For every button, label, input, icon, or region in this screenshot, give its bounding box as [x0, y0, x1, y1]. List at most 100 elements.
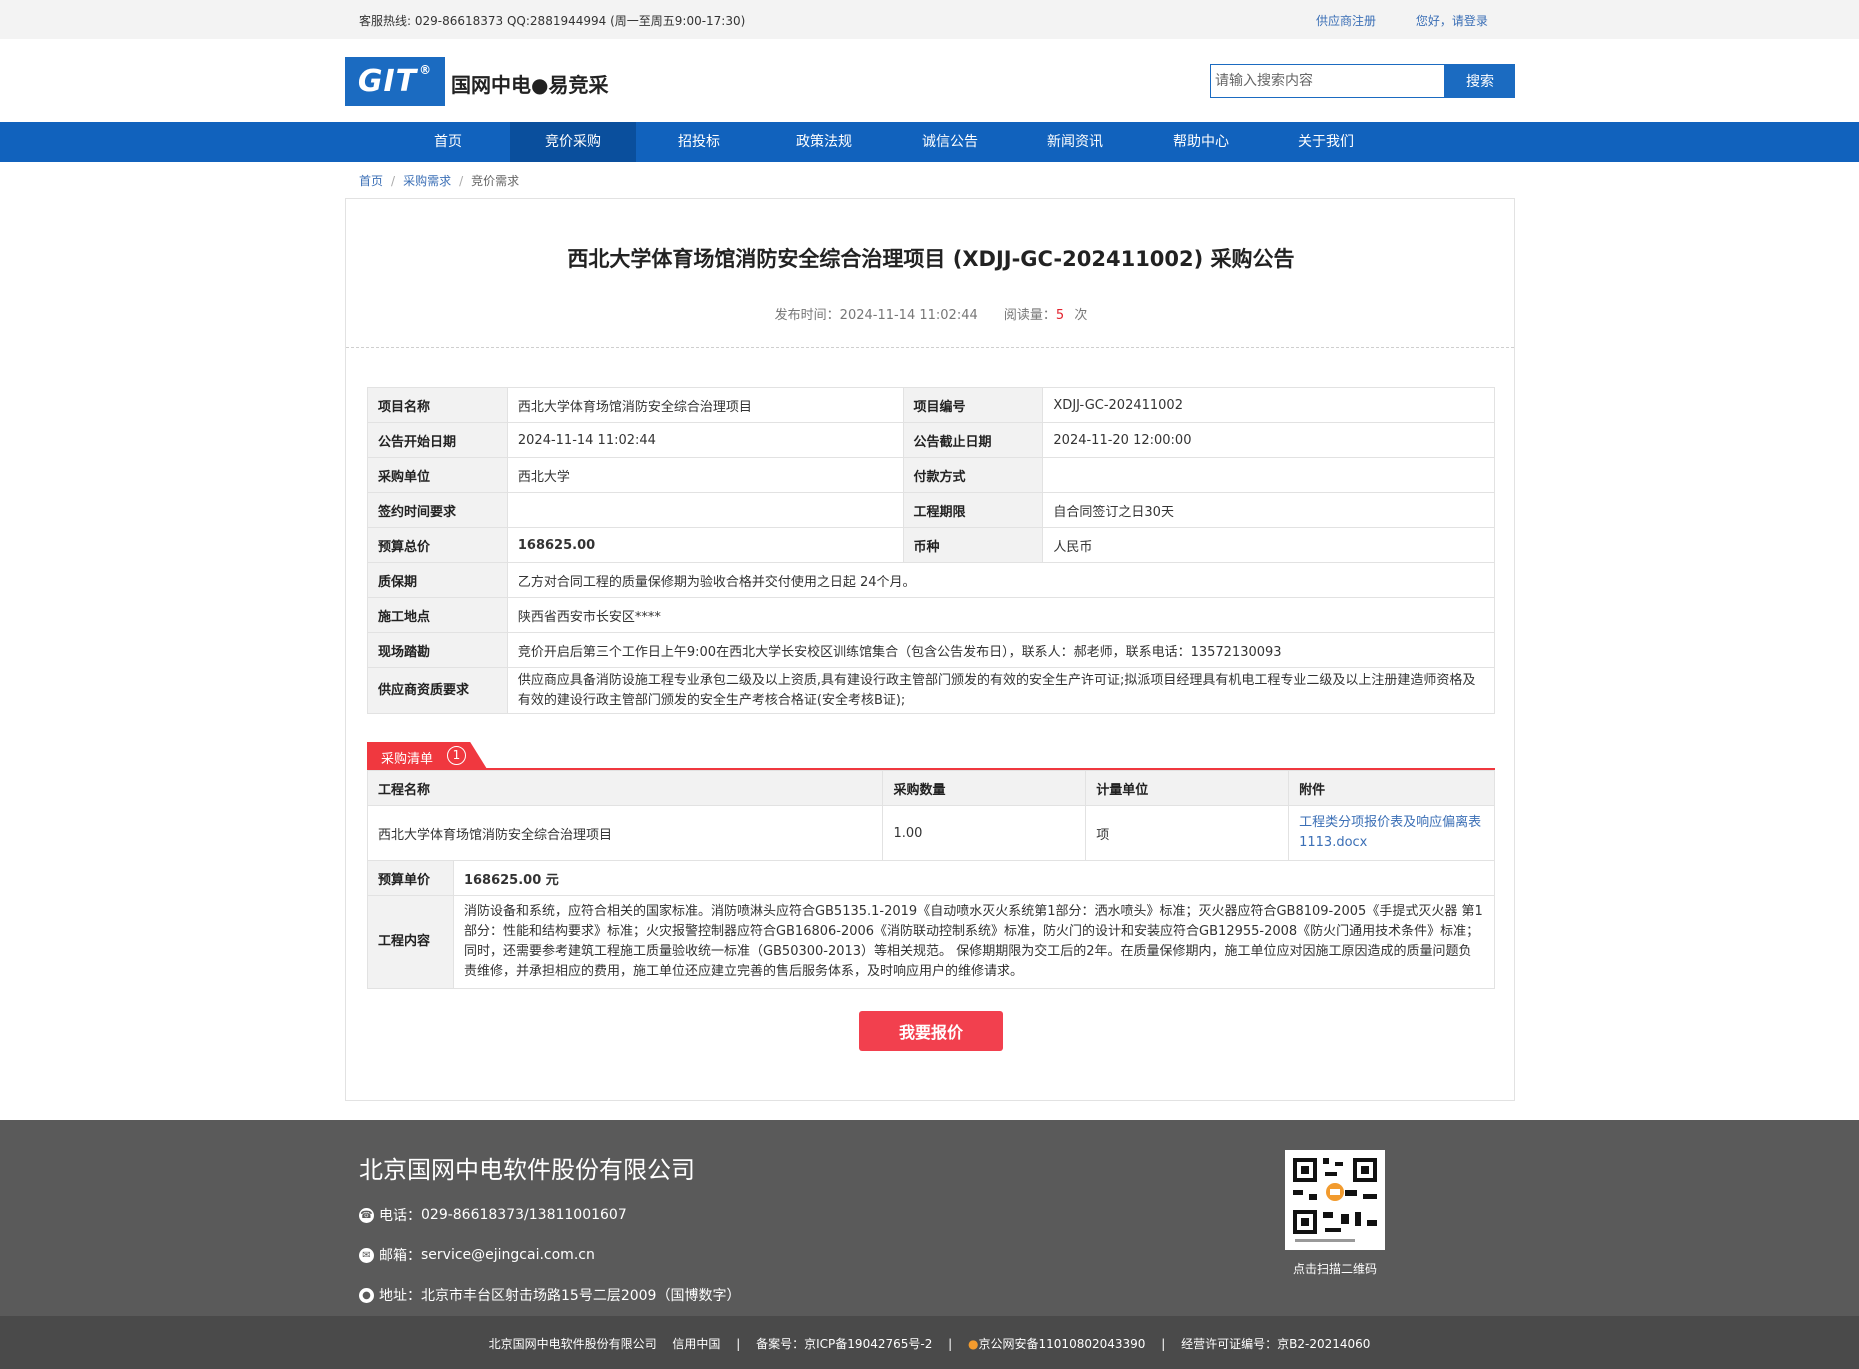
notice-card: 西北大学体育场馆消防安全综合治理项目 (XDJJ-GC-202411002) 采… — [345, 198, 1515, 1101]
breadcrumb-demand[interactable]: 采购需求 — [403, 174, 451, 188]
budget-value: 168625.00 — [506, 527, 904, 563]
currency-label: 币种 — [902, 527, 1044, 563]
credit-china-link[interactable]: 信用中国 — [672, 1337, 720, 1351]
end-date-value: 2024-11-20 12:00:00 — [1042, 422, 1495, 458]
buyer-label: 采购单位 — [367, 457, 508, 493]
info-table: 项目名称 西北大学体育场馆消防安全综合治理项目 项目编号 XDJJ-GC-202… — [367, 387, 1496, 714]
qr-label: 点击扫描二维码 — [1292, 1262, 1377, 1276]
search-button[interactable]: 搜索 — [1445, 64, 1515, 98]
main-nav: 首页 竞价采购 招投标 政策法规 诚信公告 新闻资讯 帮助中心 关于我们 — [0, 122, 1859, 162]
divider — [346, 347, 1514, 348]
phone-icon: ☎ — [359, 1207, 374, 1223]
bottom-sep: | — [1161, 1337, 1166, 1351]
nav-item-tender[interactable]: 招投标 — [636, 122, 762, 162]
header: GIT® 国网中电●易竞采 搜索 — [0, 39, 1859, 122]
publish-time: 2024-11-14 11:02:44 — [839, 308, 978, 323]
col-header-name: 工程名称 — [366, 770, 884, 806]
footer-phone: ☎ 电话： 029-86618373/13811001607 — [359, 1205, 627, 1225]
nav-item-news[interactable]: 新闻资讯 — [1012, 122, 1138, 162]
views-unit: 次 — [1074, 308, 1088, 323]
footer: 北京国网中电软件股份有限公司 ☎ 电话： 029-86618373/1381100… — [0, 1120, 1859, 1316]
end-date-label: 公告截止日期 — [902, 422, 1044, 458]
views-count: 5 — [1055, 308, 1065, 323]
nav-item-help[interactable]: 帮助中心 — [1138, 122, 1264, 162]
start-date-value: 2024-11-14 11:02:44 — [506, 422, 904, 458]
start-date-label: 公告开始日期 — [367, 422, 508, 458]
bottom-sep: | — [736, 1337, 741, 1351]
login-link[interactable]: 您好，请登录 — [1416, 14, 1488, 28]
attachment-link[interactable]: 工程类分项报价表及响应偏离表1113.docx — [1299, 815, 1481, 850]
purchase-list-tab[interactable]: 采购清单 1 — [367, 742, 487, 769]
bottom-bar: 北京国网中电软件股份有限公司 信用中国 | 备案号：京ICP备19042765号… — [0, 1316, 1859, 1369]
sign-time-label: 签约时间要求 — [367, 492, 508, 528]
payment-value — [1042, 457, 1495, 493]
police-record-link[interactable]: 京公网安备11010802043390 — [979, 1337, 1146, 1351]
site-label: 施工地点 — [367, 597, 508, 633]
purchase-list-table: 工程名称 采购数量 计量单位 附件 西北大学体育场馆消防安全综合治理项目 1.0… — [366, 770, 1495, 861]
warranty-label: 质保期 — [367, 562, 508, 598]
top-bar: 客服热线: 029-86618373 QQ:2881944994 (周一至周五9… — [0, 0, 1859, 39]
logo[interactable]: GIT ® — [345, 57, 445, 106]
nav-item-policy[interactable]: 政策法规 — [761, 122, 887, 162]
phone-label: 电话： — [379, 1208, 421, 1224]
row-qty: 1.00 — [882, 805, 1087, 861]
budget-label: 预算总价 — [367, 527, 508, 563]
supplier-register-link[interactable]: 供应商注册 — [1316, 14, 1376, 28]
project-no-value: XDJJ-GC-202411002 — [1042, 387, 1495, 423]
tab-count-badge: 1 — [447, 746, 466, 765]
sign-time-value — [506, 492, 904, 528]
warranty-value: 乙方对合同工程的质量保修期为验收合格并交付使用之日起 24个月。 — [506, 562, 1496, 598]
top-links: 供应商注册 您好，请登录 — [1316, 12, 1524, 29]
nav-item-bidding[interactable]: 竞价采购 — [510, 122, 636, 162]
content-label: 工程内容 — [367, 895, 454, 989]
site-value: 陕西省西安市长安区**** — [506, 597, 1496, 633]
breadcrumb-sep: / — [391, 174, 396, 188]
hotline-text: 客服热线: 029-86618373 QQ:2881944994 (周一至周五9… — [359, 14, 746, 28]
qr-code-image[interactable] — [1285, 1150, 1385, 1250]
currency-value: 人民币 — [1042, 527, 1495, 563]
search-input[interactable] — [1210, 64, 1445, 98]
location-icon: ● — [359, 1287, 374, 1303]
period-value: 自合同签订之日30天 — [1042, 492, 1495, 528]
content-value: 消防设备和系统，应符合相关的国家标准。消防喷淋头应符合GB5135.1-2019… — [452, 895, 1496, 989]
payment-label: 付款方式 — [902, 457, 1044, 493]
footer-email: ✉ 邮箱： service@ejingcai.com.cn — [359, 1245, 595, 1265]
nav-item-home[interactable]: 首页 — [385, 122, 511, 162]
survey-label: 现场踏勘 — [367, 632, 508, 668]
police-badge-icon: ● — [968, 1337, 979, 1351]
phone-value: 029-86618373/13811001607 — [421, 1207, 627, 1223]
row-unit: 项 — [1085, 805, 1290, 861]
views-label: 阅读量： — [1003, 308, 1056, 323]
breadcrumb-home[interactable]: 首页 — [359, 174, 383, 188]
address-value: 北京市丰台区射击场路15号二层2009（国博数字） — [421, 1288, 741, 1304]
page-title: 西北大学体育场馆消防安全综合治理项目 (XDJJ-GC-202411002) 采… — [567, 247, 1295, 271]
detail-table: 预算单价 168625.00 元 工程内容 消防设备和系统，应符合相关的国家标准… — [367, 860, 1496, 989]
qualification-label: 供应商资质要求 — [367, 667, 508, 714]
bottom-company: 北京国网中电软件股份有限公司 — [488, 1337, 657, 1351]
submit-quote-button[interactable]: 我要报价 — [859, 1011, 1003, 1051]
project-name-value: 西北大学体育场馆消防安全综合治理项目 — [506, 387, 904, 423]
license-text: 经营许可证编号：京B2-20214060 — [1181, 1337, 1371, 1351]
project-name-label: 项目名称 — [367, 387, 508, 423]
address-label: 地址： — [379, 1288, 421, 1304]
nav-item-integrity[interactable]: 诚信公告 — [887, 122, 1013, 162]
unit-price-value: 168625.00 元 — [452, 860, 1496, 896]
bottom-sep: | — [948, 1337, 953, 1351]
row-name: 西北大学体育场馆消防安全综合治理项目 — [366, 805, 884, 861]
breadcrumb-current: 竞价需求 — [471, 174, 520, 188]
buyer-value: 西北大学 — [506, 457, 904, 493]
icp-link[interactable]: 备案号：京ICP备19042765号-2 — [756, 1337, 932, 1351]
col-header-attachment: 附件 — [1288, 770, 1495, 806]
unit-price-label: 预算单价 — [367, 860, 454, 896]
nav-item-about[interactable]: 关于我们 — [1263, 122, 1389, 162]
breadcrumb-sep: / — [459, 174, 464, 188]
qr-code-icon — [1285, 1150, 1385, 1250]
qualification-value: 供应商应具备消防设施工程专业承包二级及以上资质,具有建设行政主管部门颁发的有效的… — [506, 667, 1496, 714]
breadcrumb: 首页 / 采购需求 / 竞价需求 — [359, 172, 519, 189]
notice-meta: 发布时间：2024-11-14 11:02:44 阅读量：5 次 — [346, 304, 1516, 323]
project-no-label: 项目编号 — [902, 387, 1044, 423]
email-value: service@ejingcai.com.cn — [421, 1247, 595, 1263]
publish-label: 发布时间： — [774, 308, 840, 323]
logo-mark: GIT — [357, 64, 418, 99]
table-row: 西北大学体育场馆消防安全综合治理项目 1.00 项 工程类分项报价表及响应偏离表… — [366, 805, 1495, 861]
